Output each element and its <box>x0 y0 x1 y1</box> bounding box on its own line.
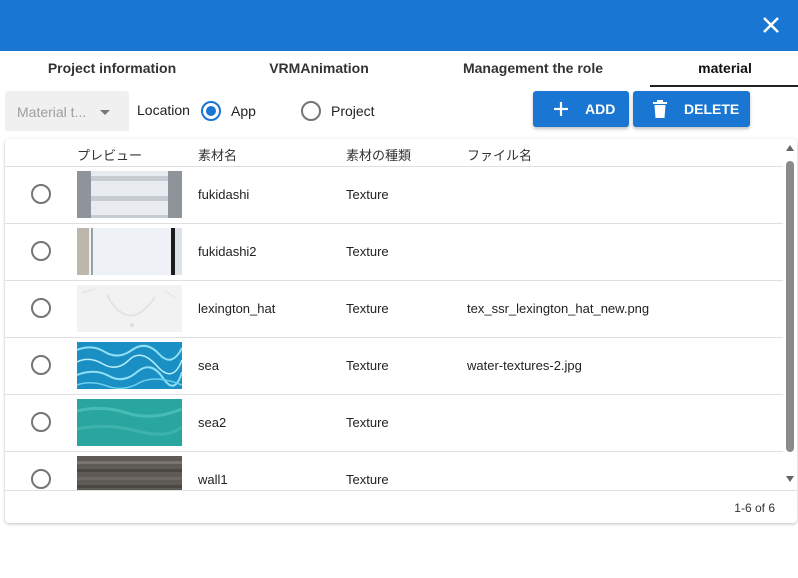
material-name-cell: fukidashi2 <box>198 244 257 259</box>
table-row[interactable]: fukidashi Texture <box>5 167 783 224</box>
material-type-cell: Texture <box>346 187 389 202</box>
scroll-up-arrow-icon[interactable] <box>786 145 794 151</box>
material-name-cell: fukidashi <box>198 187 250 202</box>
row-select-radio[interactable] <box>31 298 51 318</box>
row-select-radio[interactable] <box>31 469 51 489</box>
delete-button-label: DELETE <box>684 101 740 117</box>
tab-vrmanimation[interactable]: VRMAnimation <box>219 51 419 87</box>
table-body: fukidashi Texture fukidashi2 Texture lex… <box>5 167 783 490</box>
location-label: Location <box>137 102 190 118</box>
material-name-cell: sea <box>198 358 219 373</box>
material-type-cell: Texture <box>346 415 389 430</box>
material-type-cell: Texture <box>346 244 389 259</box>
table-row[interactable]: lexington_hat Texture tex_ssr_lexington_… <box>5 281 783 338</box>
preview-thumbnail <box>77 171 182 218</box>
radio-selected-icon[interactable] <box>201 101 221 121</box>
table-row[interactable]: wall1 Texture <box>5 452 783 490</box>
location-option-label: Project <box>331 103 375 119</box>
preview-thumbnail <box>77 456 182 490</box>
table-header: プレビュー 素材名 素材の種類 ファイル名 <box>5 139 783 167</box>
preview-thumbnail <box>77 399 182 446</box>
material-type-select[interactable]: Material t... <box>5 91 129 131</box>
table-footer: 1-6 of 6 <box>5 490 797 523</box>
material-toolbar: Material t... Location App Project ADD D… <box>0 87 798 135</box>
tab-bar: Project information VRMAnimation Managem… <box>0 51 798 87</box>
preview-thumbnail <box>77 342 182 389</box>
location-radio-project[interactable]: Project <box>301 99 391 123</box>
radio-unselected-icon[interactable] <box>301 101 321 121</box>
material-name-cell: sea2 <box>198 415 227 430</box>
table-row[interactable]: sea2 Texture <box>5 395 783 452</box>
delete-button[interactable]: DELETE <box>633 91 750 127</box>
material-name-cell: lexington_hat <box>198 301 276 316</box>
material-table: プレビュー 素材名 素材の種類 ファイル名 fukidashi Texture <box>5 139 797 523</box>
row-select-radio[interactable] <box>31 355 51 375</box>
material-type-cell: Texture <box>346 358 389 373</box>
file-name-cell: water-textures-2.jpg <box>467 358 582 373</box>
tab-management-the-role[interactable]: Management the role <box>433 51 633 87</box>
scrollbar-thumb[interactable] <box>786 161 794 452</box>
material-type-cell: Texture <box>346 472 389 487</box>
add-button[interactable]: ADD <box>533 91 629 127</box>
location-option-label: App <box>231 103 256 119</box>
pagination-text: 1-6 of 6 <box>734 501 775 515</box>
close-icon[interactable] <box>760 14 782 36</box>
tab-project-information[interactable]: Project information <box>12 51 212 87</box>
tab-material[interactable]: material <box>625 51 798 87</box>
plus-icon <box>554 102 568 116</box>
table-row[interactable]: sea Texture water-textures-2.jpg <box>5 338 783 395</box>
preview-thumbnail <box>77 285 182 332</box>
row-select-radio[interactable] <box>31 184 51 204</box>
row-select-radio[interactable] <box>31 412 51 432</box>
material-type-placeholder: Material t... <box>17 104 87 120</box>
column-header-preview: プレビュー <box>77 148 143 163</box>
scroll-down-arrow-icon[interactable] <box>786 476 794 482</box>
material-name-cell: wall1 <box>198 472 228 487</box>
table-row[interactable]: fukidashi2 Texture <box>5 224 783 281</box>
chevron-down-icon <box>100 110 110 115</box>
column-header-file-name: ファイル名 <box>467 148 533 163</box>
trash-icon <box>653 100 667 118</box>
preview-thumbnail <box>77 228 182 275</box>
location-radio-app[interactable]: App <box>201 99 271 123</box>
file-name-cell: tex_ssr_lexington_hat_new.png <box>467 301 650 316</box>
column-header-material-type: 素材の種類 <box>346 148 412 163</box>
material-type-cell: Texture <box>346 301 389 316</box>
column-header-material-name: 素材名 <box>198 148 238 163</box>
add-button-label: ADD <box>585 101 616 117</box>
dialog-header <box>0 0 798 51</box>
table-scrollbar[interactable] <box>784 139 797 490</box>
row-select-radio[interactable] <box>31 241 51 261</box>
